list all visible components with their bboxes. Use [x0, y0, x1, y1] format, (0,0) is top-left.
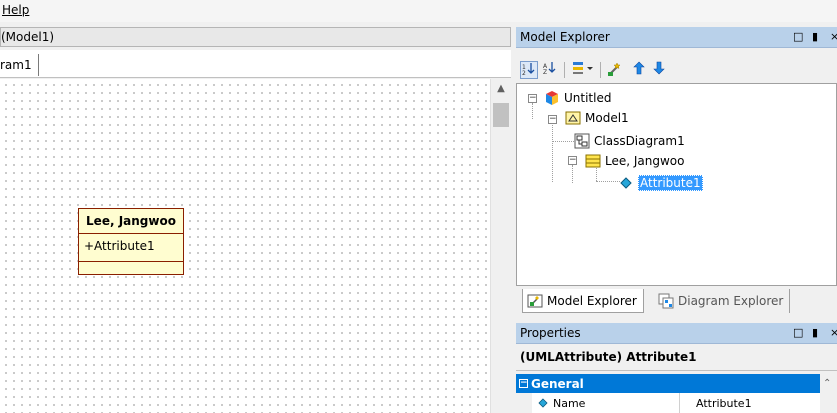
model-explorer-title: Model Explorer: [520, 30, 610, 44]
svg-text:2: 2: [522, 70, 526, 76]
close-icon[interactable]: ×: [830, 326, 837, 339]
diagram-canvas[interactable]: Lee, Jangwoo +Attribute1: [0, 79, 490, 413]
model-icon: [565, 110, 581, 126]
tab-diagram-explorer-label: Diagram Explorer: [678, 294, 784, 308]
document-title-bar: (Model1): [0, 27, 511, 47]
class-diagram-icon: [574, 133, 590, 149]
move-down-icon[interactable]: [650, 61, 668, 79]
model-explorer-tab-icon: [527, 293, 543, 309]
tree-label: Attribute1: [638, 175, 703, 191]
properties-header: Properties □ ▮ ×: [516, 323, 837, 344]
tab-diagram-explorer[interactable]: Diagram Explorer: [654, 289, 791, 313]
property-row-name[interactable]: Name Attribute1: [532, 393, 820, 413]
uml-attribute-compartment[interactable]: +Attribute1: [79, 234, 183, 262]
uml-class-box[interactable]: Lee, Jangwoo +Attribute1: [78, 208, 184, 275]
model-explorer-toolbar: 12 AZ: [516, 57, 837, 83]
tree-item-attribute1[interactable]: Attribute1: [618, 174, 703, 192]
property-scrollbar[interactable]: ⌃: [820, 374, 837, 413]
tree-connector: [552, 141, 574, 142]
close-icon[interactable]: ×: [830, 30, 837, 43]
property-value[interactable]: Attribute1: [680, 397, 752, 410]
tree-item-classdiagram1[interactable]: ClassDiagram1: [574, 132, 685, 150]
menu-help[interactable]: Help: [2, 3, 29, 17]
scroll-up-icon[interactable]: ▲: [495, 84, 507, 94]
dock-icon[interactable]: ▮: [812, 326, 818, 339]
tab-class-diagram[interactable]: ram1: [0, 54, 39, 76]
pin-icon[interactable]: □: [793, 30, 803, 43]
tab-model-explorer[interactable]: Model Explorer: [522, 289, 644, 313]
sort-by-type-icon[interactable]: 12: [520, 61, 538, 79]
model-explorer-header: Model Explorer □ ▮ ×: [516, 27, 837, 48]
attribute-icon: [538, 398, 548, 408]
property-grid[interactable]: − General Name Attribute1 ⌃: [516, 372, 837, 413]
tree-connector: [532, 103, 533, 119]
property-name: Name: [553, 396, 586, 410]
property-name-cell: Name: [532, 393, 680, 413]
tree-connector: [572, 165, 573, 183]
tree-label: Untitled: [564, 91, 612, 105]
canvas-vertical-scrollbar[interactable]: ▲: [490, 79, 511, 413]
tab-model-explorer-label: Model Explorer: [547, 293, 637, 308]
expander-untitled[interactable]: −: [528, 94, 537, 103]
sort-by-name-icon[interactable]: AZ: [541, 61, 559, 79]
document-title: (Model1): [1, 30, 55, 44]
tree-label: ClassDiagram1: [594, 134, 685, 148]
properties-object-label: (UMLAttribute) Attribute1: [516, 345, 837, 371]
menu-help-mnemonic: H: [2, 3, 12, 17]
tab-class-diagram-label: ram1: [0, 58, 32, 72]
explorer-tab-strip: Model Explorer Diagram Explorer: [516, 286, 837, 316]
tree-connector: [596, 181, 620, 182]
attribute-icon: [618, 175, 634, 191]
move-up-icon[interactable]: [630, 61, 648, 79]
toolbar-separator: [564, 62, 565, 78]
svg-text:Z: Z: [543, 69, 547, 75]
scroll-thumb[interactable]: [493, 103, 509, 127]
tree-connector: [552, 125, 553, 182]
tree-label: Model1: [585, 111, 629, 125]
expander-lee-jangwoo[interactable]: −: [568, 156, 577, 165]
toolbar-separator: [600, 62, 601, 78]
pin-icon[interactable]: □: [793, 326, 803, 339]
properties-title: Properties: [520, 326, 581, 340]
expander-model1[interactable]: −: [548, 115, 557, 124]
add-element-icon[interactable]: [606, 61, 624, 79]
tree-item-model1[interactable]: Model1: [565, 109, 629, 127]
filter-dropdown-icon[interactable]: [570, 61, 596, 79]
class-icon: [585, 153, 601, 169]
uml-attribute[interactable]: +Attribute1: [84, 239, 155, 253]
project-icon: [544, 90, 560, 106]
diagram-explorer-tab-icon: [658, 293, 674, 309]
diagram-tab-strip: ram1: [0, 50, 511, 78]
scroll-up-icon[interactable]: ⌃: [823, 378, 831, 389]
menu-help-label: elp: [11, 3, 30, 17]
tree-item-untitled[interactable]: Untitled: [544, 89, 611, 107]
model-tree[interactable]: − − − Untitled Model1 ClassDiagram1 Lee,…: [516, 83, 837, 286]
tree-label: Lee, Jangwoo: [605, 154, 685, 168]
property-category-general[interactable]: − General: [516, 374, 820, 393]
tree-item-lee-jangwoo[interactable]: Lee, Jangwoo: [585, 152, 684, 170]
dock-icon[interactable]: ▮: [812, 30, 818, 43]
property-category-label: General: [531, 376, 584, 391]
collapse-icon[interactable]: −: [519, 379, 528, 388]
uml-operation-compartment[interactable]: [79, 262, 183, 274]
uml-class-name[interactable]: Lee, Jangwoo: [79, 209, 183, 234]
menu-bar: Help: [0, 0, 837, 22]
